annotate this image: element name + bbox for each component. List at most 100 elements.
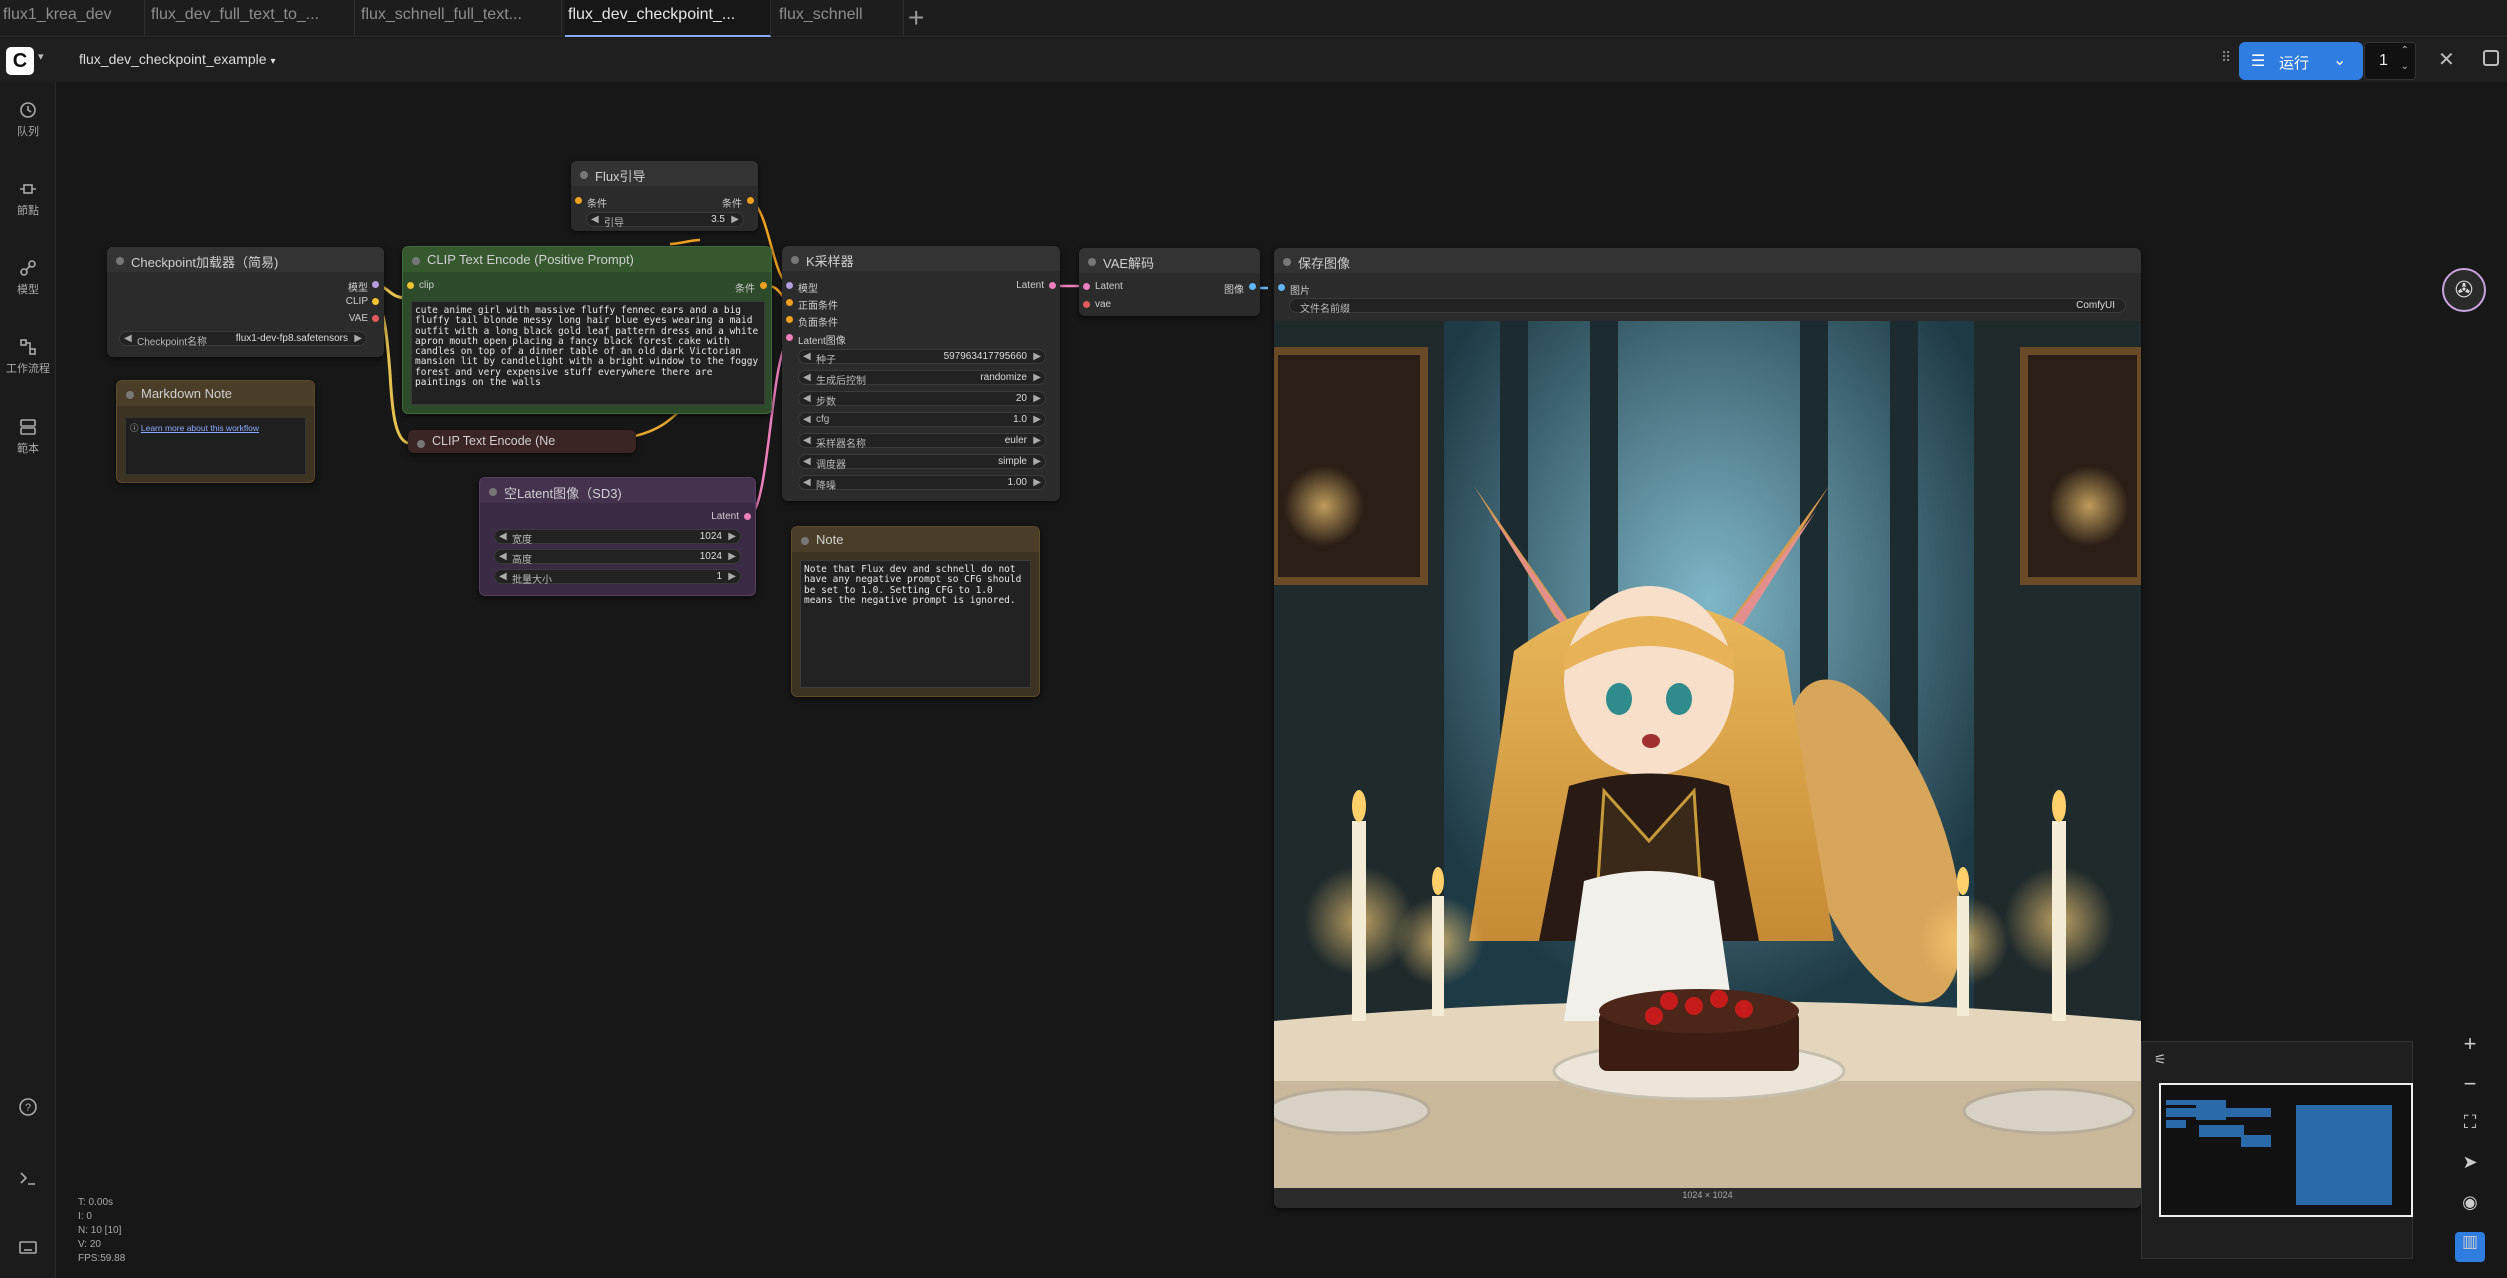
- stat-nodes: N: 10 [10]: [78, 1225, 122, 1236]
- output-conditioning-port[interactable]: [760, 282, 767, 289]
- left-arrow-icon[interactable]: ◀: [803, 435, 811, 446]
- input-conditioning-label: 条件: [587, 199, 607, 210]
- checkpoint-name-select[interactable]: ◀ Checkpoint名称 flux1-dev-fp8.safetensors ▶: [119, 331, 367, 348]
- right-arrow-icon[interactable]: ▶: [1033, 477, 1041, 488]
- left-arrow-icon[interactable]: ◀: [803, 393, 811, 404]
- positive-prompt-textarea[interactable]: cute anime girl with massive fluffy fenn…: [411, 301, 765, 405]
- generated-image-preview: [1274, 321, 2141, 1188]
- left-arrow-icon[interactable]: ◀: [124, 333, 132, 344]
- input-clip-port[interactable]: [407, 282, 414, 289]
- output-image-port[interactable]: [1249, 283, 1256, 290]
- left-arrow-icon[interactable]: ◀: [499, 551, 507, 562]
- checkpoint-loader-node[interactable]: Checkpoint加载器（简易) 模型 CLIP VAE ◀ Checkpoin…: [107, 247, 384, 357]
- output-latent-port[interactable]: [1049, 282, 1056, 289]
- output-conditioning-port[interactable]: [747, 197, 754, 204]
- input-image-label: 图片: [1290, 286, 1310, 297]
- clip-text-encode-positive-node[interactable]: CLIP Text Encode (Positive Prompt) clip …: [402, 246, 772, 414]
- input-vae-port[interactable]: [1083, 301, 1090, 308]
- denoise-stepper[interactable]: ◀ 降噪 1.00 ▶: [798, 475, 1046, 492]
- input-conditioning-port[interactable]: [575, 197, 582, 204]
- empty-latent-title[interactable]: 空Latent图像（SD3): [480, 478, 755, 503]
- output-latent-port[interactable]: [744, 513, 751, 520]
- ksampler-node[interactable]: K采样器 模型 正面条件 负面条件 Latent图像 Latent ◀ 种子 597…: [782, 246, 1060, 501]
- width-stepper[interactable]: ◀ 宽度 1024 ▶: [494, 529, 741, 546]
- output-latent-label: Latent: [1016, 280, 1044, 291]
- control-after-generate-select[interactable]: ◀ 生成后控制 randomize ▶: [798, 370, 1046, 387]
- scheduler-select[interactable]: ◀ 调度器 simple ▶: [798, 454, 1046, 471]
- right-arrow-icon[interactable]: ▶: [728, 551, 736, 562]
- minimap-toggle-icon[interactable]: ▥: [2455, 1232, 2485, 1262]
- input-vae-label: vae: [1095, 299, 1112, 310]
- zoom-in-icon[interactable]: +: [2455, 1031, 2485, 1061]
- left-arrow-icon[interactable]: ◀: [803, 372, 811, 383]
- right-arrow-icon[interactable]: ▶: [354, 333, 362, 344]
- guidance-stepper[interactable]: ◀ 引导 3.5 ▶: [586, 212, 744, 229]
- left-arrow-icon[interactable]: ◀: [803, 414, 811, 425]
- left-arrow-icon[interactable]: ◀: [591, 214, 599, 225]
- output-model-port[interactable]: [372, 281, 379, 288]
- markdown-note-node[interactable]: Markdown Note ⓘ Learn more about this wo…: [116, 380, 315, 483]
- note-textarea[interactable]: Note that Flux dev and schnell do not ha…: [800, 560, 1031, 688]
- right-arrow-icon[interactable]: ▶: [728, 531, 736, 542]
- left-arrow-icon[interactable]: ◀: [499, 531, 507, 542]
- selection-toolbox-icon[interactable]: ✇: [2442, 268, 2486, 312]
- right-arrow-icon[interactable]: ▶: [1033, 435, 1041, 446]
- note-title[interactable]: Note: [792, 527, 1039, 552]
- clip-negative-title[interactable]: CLIP Text Encode (Ne: [408, 430, 636, 455]
- empty-latent-node[interactable]: 空Latent图像（SD3) Latent ◀ 宽度 1024 ▶ ◀ 高度 1024 ▶ …: [479, 477, 756, 596]
- input-image-port[interactable]: [1278, 284, 1285, 291]
- input-latent-port[interactable]: [786, 334, 793, 341]
- left-arrow-icon[interactable]: ◀: [803, 456, 811, 467]
- flux-guidance-title[interactable]: Flux引导: [571, 161, 758, 186]
- minimap-settings-icon[interactable]: ⚟: [2154, 1051, 2167, 1068]
- flux-guidance-node[interactable]: Flux引导 条件 条件 ◀ 引导 3.5 ▶: [571, 161, 758, 231]
- left-arrow-icon[interactable]: ◀: [803, 351, 811, 362]
- steps-stepper[interactable]: ◀ 步数 20 ▶: [798, 391, 1046, 408]
- clip-text-encode-negative-node[interactable]: CLIP Text Encode (Ne: [408, 430, 636, 453]
- vae-decode-node[interactable]: VAE解码 Latent vae 图像: [1079, 248, 1260, 316]
- markdown-note-title[interactable]: Markdown Note: [117, 381, 314, 406]
- save-image-title[interactable]: 保存图像: [1274, 248, 2141, 273]
- right-arrow-icon[interactable]: ▶: [1033, 456, 1041, 467]
- vae-decode-title[interactable]: VAE解码: [1079, 248, 1260, 273]
- right-arrow-icon[interactable]: ▶: [1033, 351, 1041, 362]
- output-clip-port[interactable]: [372, 298, 379, 305]
- zoom-out-icon[interactable]: −: [2455, 1071, 2485, 1101]
- clip-positive-title[interactable]: CLIP Text Encode (Positive Prompt): [403, 247, 771, 272]
- input-negative-label: 负面条件: [798, 318, 838, 329]
- input-latent-port[interactable]: [1083, 283, 1090, 290]
- input-model-port[interactable]: [786, 282, 793, 289]
- right-arrow-icon[interactable]: ▶: [1033, 414, 1041, 425]
- input-negative-port[interactable]: [786, 316, 793, 323]
- seed-stepper[interactable]: ◀ 种子 597963417795660 ▶: [798, 349, 1046, 366]
- output-vae-label: VAE: [348, 313, 368, 324]
- minimap-panel[interactable]: ⚟: [2141, 1041, 2413, 1259]
- output-image-label: 图像: [1224, 285, 1244, 296]
- input-positive-port[interactable]: [786, 299, 793, 306]
- cfg-stepper[interactable]: ◀ cfg 1.0 ▶: [798, 412, 1046, 427]
- left-arrow-icon[interactable]: ◀: [499, 571, 507, 582]
- fit-view-icon[interactable]: ⛶: [2455, 1112, 2485, 1142]
- note-node[interactable]: Note Note that Flux dev and schnell do n…: [791, 526, 1040, 697]
- ksampler-title[interactable]: K采样器: [782, 246, 1060, 271]
- right-arrow-icon[interactable]: ▶: [1033, 393, 1041, 404]
- input-model-label: 模型: [798, 284, 818, 295]
- filename-prefix-input[interactable]: 文件名前缀 ComfyUI: [1289, 298, 2126, 315]
- learn-more-link[interactable]: Learn more about this workflow: [141, 423, 259, 433]
- left-arrow-icon[interactable]: ◀: [803, 477, 811, 488]
- output-clip-label: CLIP: [345, 296, 368, 307]
- right-arrow-icon[interactable]: ▶: [1033, 372, 1041, 383]
- checkpoint-loader-title[interactable]: Checkpoint加载器（简易): [107, 247, 384, 272]
- toggle-links-visibility-icon[interactable]: ◉: [2455, 1192, 2485, 1222]
- sampler-name-select[interactable]: ◀ 采样器名称 euler ▶: [798, 433, 1046, 450]
- save-image-node[interactable]: 保存图像 图片 文件名前缀 ComfyUI 1024 × 1024: [1274, 248, 2141, 1208]
- output-vae-port[interactable]: [372, 315, 379, 322]
- output-latent-label: Latent: [711, 511, 739, 522]
- output-conditioning-label: 条件: [735, 284, 755, 295]
- batch-size-stepper[interactable]: ◀ 批量大小 1 ▶: [494, 569, 741, 586]
- right-arrow-icon[interactable]: ▶: [728, 571, 736, 582]
- minimap-viewport[interactable]: [2159, 1083, 2413, 1217]
- right-arrow-icon[interactable]: ▶: [731, 214, 739, 225]
- height-stepper[interactable]: ◀ 高度 1024 ▶: [494, 549, 741, 566]
- select-mode-icon[interactable]: ➤: [2455, 1152, 2485, 1182]
